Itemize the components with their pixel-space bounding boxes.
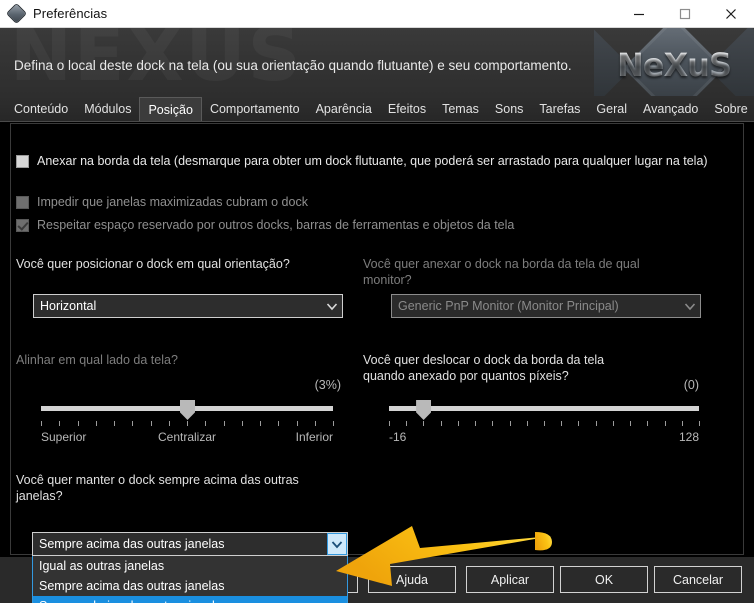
logo-text: NeXuS bbox=[594, 46, 754, 84]
tab-temas[interactable]: Temas bbox=[434, 97, 487, 121]
prevent-maximized-cover-label: Impedir que janelas maximizadas cubram o… bbox=[37, 195, 308, 209]
align-slider-label-centralizar: Centralizar bbox=[157, 430, 217, 444]
close-icon[interactable] bbox=[708, 0, 754, 28]
tab-sobre[interactable]: Sobre bbox=[706, 97, 754, 121]
align-slider-question: Alinhar em qual lado da tela? bbox=[16, 353, 178, 367]
chevron-down-icon[interactable] bbox=[322, 295, 342, 317]
tab-posicao[interactable]: Posição bbox=[139, 97, 202, 121]
position-settings-panel: Anexar na borda da tela (desmarque para … bbox=[10, 123, 744, 555]
align-slider-value: (3%) bbox=[314, 378, 341, 392]
title-bar: Preferências bbox=[0, 0, 754, 28]
dropdown-option-sempre-abaixo[interactable]: Sempre abaixo das outras janelas bbox=[33, 596, 347, 603]
zorder-combobox[interactable]: Sempre acima das outras janelas bbox=[32, 532, 348, 556]
zorder-dropdown-list[interactable]: Igual as outras janelas Sempre acima das… bbox=[32, 556, 348, 603]
checkbox-row-prevent-maximized-cover[interactable]: Impedir que janelas maximizadas cubram o… bbox=[16, 195, 731, 209]
maximize-icon[interactable] bbox=[662, 0, 708, 28]
monitor-question: Você quer anexar o dock na borda da tela… bbox=[363, 256, 693, 288]
window-title: Preferências bbox=[33, 6, 108, 21]
preferences-window: Preferências NEXUS Defina o local deste … bbox=[0, 0, 754, 603]
offset-slider-question-line1: Você quer deslocar o dock da borda da te… bbox=[363, 353, 605, 367]
respect-reserved-space-checkbox[interactable] bbox=[16, 219, 29, 232]
ok-button[interactable]: OK bbox=[560, 566, 648, 593]
prevent-maximized-cover-checkbox[interactable] bbox=[16, 196, 29, 209]
align-slider-thumb[interactable] bbox=[180, 400, 195, 420]
zorder-value: Sempre acima das outras janelas bbox=[39, 537, 225, 551]
offset-slider-max-label: 128 bbox=[678, 430, 699, 444]
nexus-logo: NeXuS bbox=[594, 28, 754, 96]
chevron-down-icon[interactable] bbox=[680, 295, 700, 317]
monitor-combobox[interactable]: Generic PnP Monitor (Monitor Principal) bbox=[391, 294, 701, 318]
orientation-value: Horizontal bbox=[40, 299, 97, 313]
offset-slider-value: (0) bbox=[683, 378, 699, 392]
header-description: Defina o local deste dock na tela (ou su… bbox=[14, 58, 572, 73]
monitor-question-line1: Você quer anexar o dock na borda da tela… bbox=[363, 257, 640, 271]
attach-screen-edge-label: Anexar na borda da tela (desmarque para … bbox=[37, 154, 708, 168]
tab-tarefas[interactable]: Tarefas bbox=[531, 97, 588, 121]
offset-slider-question-line2: quando anexado por quantos píxeis? bbox=[363, 369, 569, 383]
align-slider[interactable]: Superior Centralizar Inferior bbox=[41, 400, 334, 450]
orientation-question: Você quer posicionar o dock em qual orie… bbox=[16, 257, 290, 271]
monitor-question-line2: monitor? bbox=[363, 273, 412, 287]
offset-slider-track[interactable] bbox=[389, 406, 699, 411]
tab-sons[interactable]: Sons bbox=[487, 97, 532, 121]
app-diamond-icon bbox=[7, 3, 26, 23]
zorder-question: Você quer manter o dock sempre acima das… bbox=[16, 472, 346, 504]
respect-reserved-space-label: Respeitar espaço reservado por outros do… bbox=[37, 218, 515, 232]
align-slider-label-inferior: Inferior bbox=[295, 430, 333, 444]
tab-conteudo[interactable]: Conteúdo bbox=[6, 97, 76, 121]
tab-efeitos[interactable]: Efeitos bbox=[380, 97, 434, 121]
offset-slider-min-label: -16 bbox=[389, 430, 407, 444]
tab-modulos[interactable]: Módulos bbox=[76, 97, 139, 121]
minimize-icon[interactable] bbox=[616, 0, 662, 28]
tab-comportamento[interactable]: Comportamento bbox=[202, 97, 308, 121]
tab-avancado[interactable]: Avançado bbox=[635, 97, 706, 121]
help-button[interactable]: Ajuda bbox=[368, 566, 456, 593]
checkbox-row-respect-reserved-space[interactable]: Respeitar espaço reservado por outros do… bbox=[16, 218, 731, 232]
window-controls bbox=[616, 0, 754, 28]
dropdown-option-sempre-acima[interactable]: Sempre acima das outras janelas bbox=[33, 576, 347, 596]
apply-button[interactable]: Aplicar bbox=[466, 566, 554, 593]
chevron-down-icon[interactable] bbox=[327, 533, 347, 555]
tab-geral[interactable]: Geral bbox=[588, 97, 635, 121]
zorder-question-line2: janelas? bbox=[16, 489, 63, 503]
zorder-question-line1: Você quer manter o dock sempre acima das… bbox=[16, 473, 299, 487]
attach-screen-edge-checkbox[interactable] bbox=[16, 155, 29, 168]
align-slider-label-superior: Superior bbox=[41, 430, 87, 444]
offset-slider-ticks bbox=[389, 421, 700, 427]
checkbox-row-attach-screen-edge[interactable]: Anexar na borda da tela (desmarque para … bbox=[16, 154, 731, 168]
dropdown-option-igual[interactable]: Igual as outras janelas bbox=[33, 556, 347, 576]
orientation-combobox[interactable]: Horizontal bbox=[33, 294, 343, 318]
offset-slider[interactable]: -16 128 bbox=[389, 400, 700, 450]
offset-slider-thumb[interactable] bbox=[416, 400, 432, 420]
cancel-button[interactable]: Cancelar bbox=[654, 566, 742, 593]
align-slider-ticks bbox=[41, 421, 334, 427]
monitor-value: Generic PnP Monitor (Monitor Principal) bbox=[398, 299, 619, 313]
tab-aparencia[interactable]: Aparência bbox=[308, 97, 380, 121]
header-banner: NEXUS Defina o local deste dock na tela … bbox=[0, 28, 754, 96]
tab-bar: Conteúdo Módulos Posição Comportamento A… bbox=[0, 96, 754, 122]
